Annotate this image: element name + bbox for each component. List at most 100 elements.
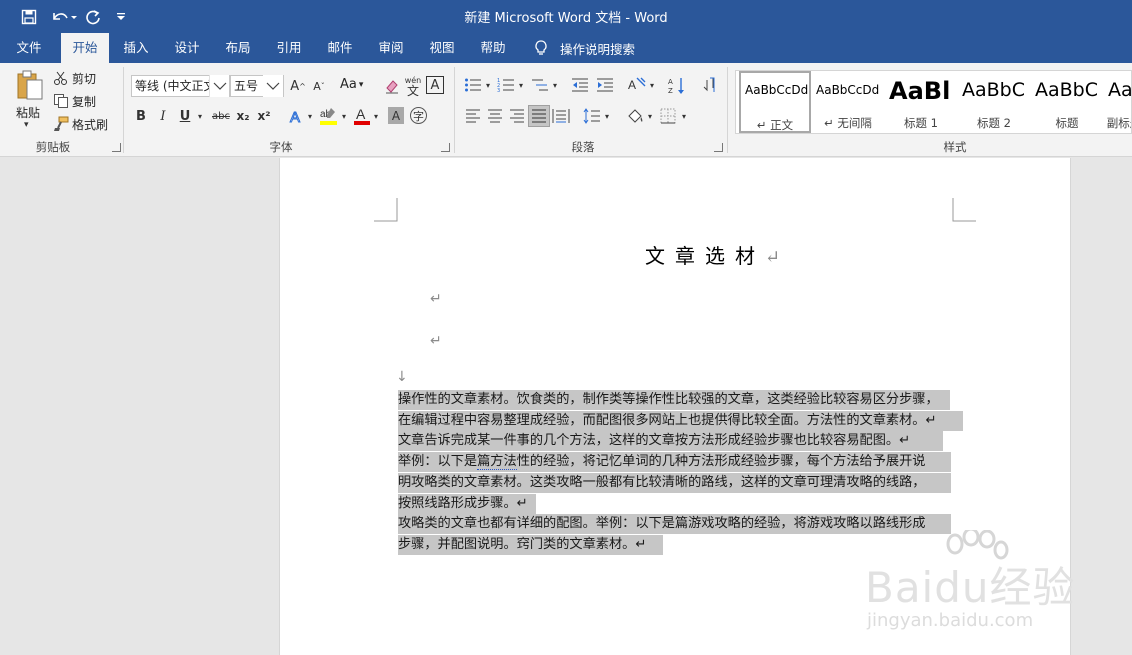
grow-font-icon[interactable]: A ^ [289, 76, 307, 96]
shading-icon[interactable] [625, 107, 645, 125]
empty-paragraph-mark: ↵ [430, 333, 442, 349]
multilevel-list-icon[interactable] [531, 76, 549, 94]
body-line[interactable]: 操作性的文章素材。饮食类的，制作类等操作性比较强的文章，这类经验比较容易区分步骤… [398, 390, 950, 410]
style-normal[interactable]: AaBbCcDd ↵ 正文 [739, 71, 811, 133]
line-break-mark: ↓ [396, 369, 408, 385]
clipboard-launcher-icon[interactable] [112, 143, 121, 152]
body-line[interactable]: 在编辑过程中容易整理成经验，而配图很多网站上也提供得比较全面。方法性的文章素材。… [398, 411, 963, 431]
paste-icon[interactable] [14, 69, 46, 103]
subscript-button[interactable]: x₂ [235, 106, 251, 126]
italic-button[interactable]: I [155, 106, 171, 126]
strikethrough-button[interactable]: abc [210, 106, 232, 126]
font-color-dropdown-icon[interactable]: ▾ [371, 108, 381, 124]
body-line[interactable]: 按照线路形成步骤。↵ [398, 494, 536, 514]
tab-review[interactable]: 审阅 [368, 33, 414, 63]
font-color-icon[interactable]: A [353, 106, 371, 126]
style-heading-2[interactable]: AaBbC 标题 2 [958, 71, 1030, 133]
numbering-dropdown-icon[interactable]: ▾ [516, 78, 526, 92]
text-effects-icon[interactable]: A [287, 106, 305, 126]
body-line[interactable]: 明攻略类的文章素材。这类攻略一般都有比较清晰的路线，这样的文章可理清攻略的线路， [398, 473, 951, 493]
multilevel-dropdown-icon[interactable]: ▾ [550, 78, 560, 92]
window-title: 新建 Microsoft Word 文档 - Word [464, 11, 668, 26]
shrink-font-icon[interactable]: Aˇ [310, 76, 328, 96]
borders-dropdown-icon[interactable]: ▾ [679, 109, 689, 123]
format-painter-icon[interactable] [53, 116, 69, 132]
paragraph-launcher-icon[interactable] [714, 143, 723, 152]
copy-icon[interactable] [53, 93, 69, 109]
style-title[interactable]: AaBbC 标题 [1031, 71, 1103, 133]
style-heading-1[interactable]: AaBl 标题 1 [885, 71, 957, 133]
font-name-dropdown-icon[interactable] [209, 75, 229, 97]
body-line-with-spellcheck[interactable]: 举例：以下是篇方法性的经验，将记忆单词的几种方法形成经验步骤，每个方法给予展开说 [398, 452, 951, 472]
show-hide-marks-icon[interactable] [701, 76, 719, 94]
clear-formatting-icon[interactable] [383, 76, 401, 96]
tab-references[interactable]: 引用 [266, 33, 312, 63]
font-launcher-icon[interactable] [441, 143, 450, 152]
underline-button[interactable]: U [177, 106, 193, 126]
style-sample: AaBl [889, 77, 951, 105]
borders-icon[interactable] [659, 107, 677, 125]
return-mark: ↵ [765, 247, 781, 268]
chinese-layout-dropdown-icon[interactable]: ▾ [647, 78, 657, 92]
tell-me-search[interactable]: 操作说明搜索 [532, 33, 635, 63]
body-text: 举例：以下是 [398, 454, 478, 469]
increase-indent-icon[interactable] [596, 76, 614, 94]
enclose-characters-icon[interactable]: 字 [410, 107, 427, 124]
bold-button[interactable]: B [133, 106, 149, 126]
tab-design[interactable]: 设计 [164, 33, 210, 63]
format-painter-button[interactable]: 格式刷 [72, 116, 108, 133]
underline-dropdown-icon[interactable]: ▾ [195, 108, 205, 124]
tab-mailings[interactable]: 邮件 [317, 33, 363, 63]
line-spacing-dropdown-icon[interactable]: ▾ [602, 109, 612, 123]
highlight-icon[interactable]: ab [319, 106, 339, 126]
cut-button[interactable]: 剪切 [72, 70, 96, 87]
style-name: ↵ 无间隔 [824, 116, 872, 130]
align-left-icon[interactable] [464, 107, 482, 125]
tab-home[interactable]: 开始 [61, 33, 109, 63]
shading-dropdown-icon[interactable]: ▾ [645, 109, 655, 123]
tell-me-label: 操作说明搜索 [560, 41, 636, 57]
line-spacing-icon[interactable] [583, 107, 601, 125]
tab-insert[interactable]: 插入 [113, 33, 159, 63]
bullets-dropdown-icon[interactable]: ▾ [483, 78, 493, 92]
change-case-label: Aa [340, 77, 357, 92]
body-line[interactable]: 步骤，并配图说明。窍门类的文章素材。↵ [398, 535, 663, 555]
phonetic-guide-icon[interactable]: wén 文 [404, 75, 422, 97]
svg-text:A: A [356, 106, 366, 122]
document-title[interactable]: 文章选材↵ [645, 240, 780, 269]
justify-icon[interactable] [528, 105, 550, 127]
chinese-layout-icon[interactable]: A [627, 76, 647, 94]
character-shading-icon[interactable]: A [388, 107, 404, 124]
style-no-spacing[interactable]: AaBbCcDd ↵ 无间隔 [812, 71, 884, 133]
highlight-dropdown-icon[interactable]: ▾ [339, 108, 349, 124]
tab-view[interactable]: 视图 [419, 33, 465, 63]
tab-layout[interactable]: 布局 [215, 33, 261, 63]
decrease-indent-icon[interactable] [571, 76, 589, 94]
font-size-dropdown-icon[interactable] [263, 75, 283, 97]
svg-text:A: A [668, 78, 673, 86]
tab-help[interactable]: 帮助 [470, 33, 516, 63]
bullets-icon[interactable] [464, 76, 482, 94]
align-right-icon[interactable] [508, 107, 526, 125]
styles-gallery: AaBbCcDd ↵ 正文 AaBbCcDd ↵ 无间隔 AaBl 标题 1 A… [735, 70, 1132, 134]
watermark-url: jingyan.baidu.com [867, 610, 1034, 631]
baidu-watermark: Baidu经验 jingyan.baidu.com [865, 530, 1085, 640]
text-effects-dropdown-icon[interactable]: ▾ [305, 108, 315, 124]
style-name: 副标题 [1106, 116, 1131, 130]
distributed-icon[interactable] [552, 107, 570, 125]
superscript-button[interactable]: x² [256, 106, 272, 126]
copy-button[interactable]: 复制 [72, 93, 96, 110]
scissors-icon[interactable] [53, 70, 69, 86]
character-border-icon[interactable]: A [426, 76, 444, 94]
align-center-icon[interactable] [486, 107, 504, 125]
paste-button[interactable]: 粘贴 [16, 104, 40, 121]
sort-icon[interactable]: AZ [668, 76, 686, 96]
paragraph-group-label: 段落 [571, 140, 595, 154]
numbering-icon[interactable]: 123 [497, 76, 515, 94]
body-line[interactable]: 文章告诉完成某一件事的几个方法，这样的文章按方法形成经验步骤也比较容易配图。↵ [398, 431, 943, 451]
tab-file[interactable]: 文件 [0, 33, 58, 63]
ribbon-home: 粘贴 ▾ 剪切 复制 格式刷 剪贴板 等线 (中文正文) 五号 A ^ Aˇ Aa… [0, 63, 1132, 157]
style-subtitle[interactable]: AaI 副标题 [1104, 71, 1131, 133]
change-case-button[interactable]: Aa ▾ [340, 77, 363, 92]
chevron-down-icon[interactable]: ▾ [24, 120, 29, 130]
